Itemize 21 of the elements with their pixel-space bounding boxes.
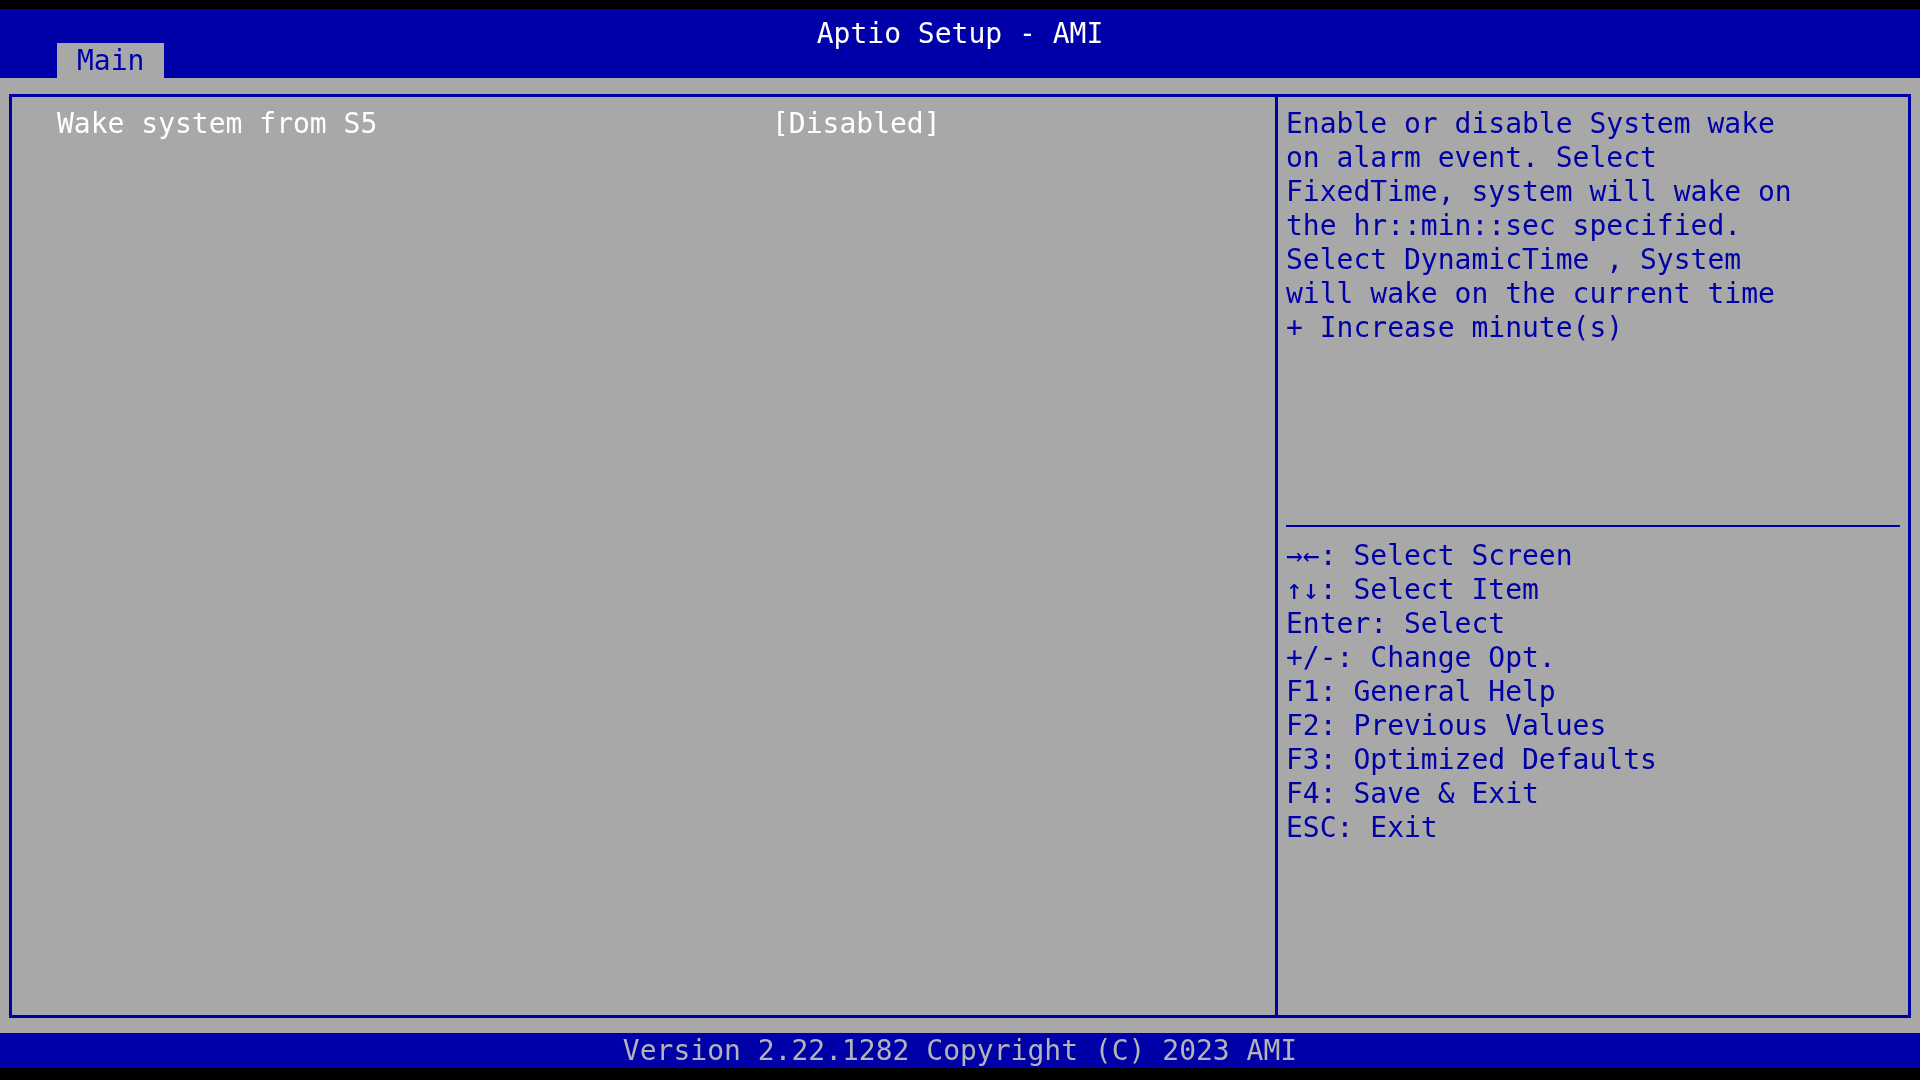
help-text: will wake on the current time bbox=[1286, 277, 1776, 311]
key-hint: Enter: Select bbox=[1286, 607, 1507, 641]
key-hint: F2: Previous Values bbox=[1286, 709, 1608, 743]
help-text: the hr::min::sec specified. bbox=[1286, 209, 1743, 243]
key-hint: →←: Select Screen bbox=[1286, 539, 1574, 573]
menu-tab[interactable]: Main bbox=[57, 43, 165, 78]
key-hint: F4: Save & Exit bbox=[1286, 777, 1540, 811]
window-title: Aptio Setup - AMI bbox=[816, 17, 1104, 51]
setting-label[interactable]: Wake system from S5 bbox=[57, 107, 772, 141]
help-text: Select DynamicTime , System bbox=[1286, 243, 1743, 277]
key-hint: ↑↓: Select Item bbox=[1286, 573, 1540, 607]
key-hint: F3: Optimized Defaults bbox=[1286, 743, 1658, 777]
key-hint: ESC: Exit bbox=[1286, 811, 1439, 845]
help-text: on alarm event. Select bbox=[1286, 141, 1658, 175]
key-hint: F1: General Help bbox=[1286, 675, 1557, 709]
version-text: Version 2.22.1282 Copyright (C) 2023 AMI bbox=[622, 1033, 1298, 1068]
help-text: FixedTime, system will wake on bbox=[1286, 175, 1793, 209]
help-text: Enable or disable System wake bbox=[1286, 107, 1776, 141]
setting-value[interactable]: [Disabled] bbox=[772, 107, 1275, 141]
key-hint: +/-: Change Opt. bbox=[1286, 641, 1557, 675]
help-text: + Increase minute(s) bbox=[1286, 311, 1625, 345]
